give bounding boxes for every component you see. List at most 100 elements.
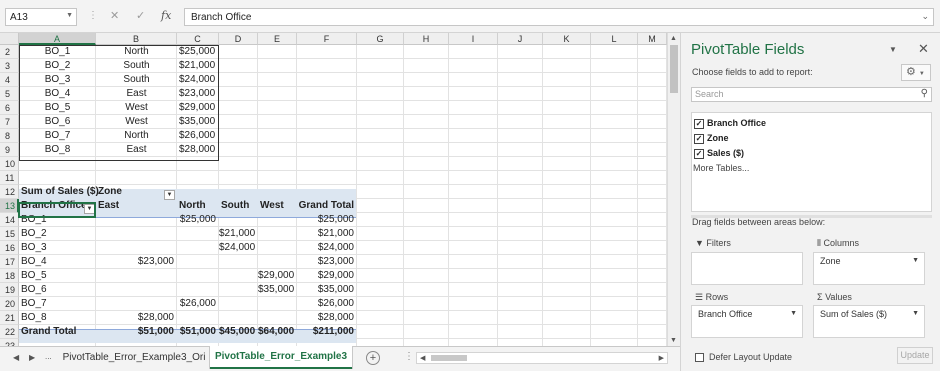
chevron-down-icon[interactable]: ▼ (790, 310, 797, 317)
source-sales-cell[interactable]: $25,000 (177, 45, 219, 59)
pivot-south-cell[interactable]: $24,000 (219, 241, 258, 255)
close-icon[interactable]: ✕ (918, 41, 929, 57)
pivot-col-header-north[interactable]: North (177, 199, 219, 213)
row-header-23[interactable]: 23 (0, 339, 19, 346)
tab-pivottable-error-example3-ori[interactable]: PivotTable_Error_Example3_Ori (59, 347, 210, 369)
column-header-h[interactable]: H (404, 33, 449, 45)
chevron-down-icon[interactable]: ▼ (912, 310, 919, 317)
pivot-west-cell[interactable] (258, 255, 297, 269)
row-header-9[interactable]: 9 (0, 143, 19, 157)
source-sales-cell[interactable]: $24,000 (177, 73, 219, 87)
pivot-grand-total-label[interactable]: Grand Total (19, 325, 96, 339)
row-header-12[interactable]: 12 (0, 185, 19, 199)
pivot-east-cell[interactable] (96, 227, 177, 241)
row-header-21[interactable]: 21 (0, 311, 19, 325)
column-header-d[interactable]: D (219, 33, 258, 45)
pivot-east-cell[interactable] (96, 213, 177, 227)
vertical-scroll-thumb[interactable] (670, 45, 678, 93)
pivot-north-cell[interactable]: $26,000 (177, 297, 219, 311)
pivot-total-cell[interactable]: $26,000 (297, 297, 357, 311)
pivot-north-cell[interactable] (177, 227, 219, 241)
source-office-cell[interactable]: BO_4 (19, 87, 96, 101)
row-header-10[interactable]: 10 (0, 157, 19, 171)
column-header-f[interactable]: F (297, 33, 357, 45)
column-header-a[interactable]: A (19, 33, 96, 45)
horizontal-scrollbar[interactable]: ◀ ▶ (416, 352, 668, 364)
row-header-17[interactable]: 17 (0, 255, 19, 269)
column-header-b[interactable]: B (96, 33, 177, 45)
source-zone-cell[interactable]: West (96, 101, 177, 115)
source-zone-cell[interactable]: East (96, 143, 177, 157)
pivot-south-cell[interactable] (219, 311, 258, 325)
column-header-m[interactable]: M (638, 33, 667, 45)
chevron-down-icon[interactable]: ▼ (912, 257, 919, 264)
source-sales-cell[interactable]: $35,000 (177, 115, 219, 129)
pivot-row-label-cell[interactable]: BO_8 (19, 311, 96, 325)
column-header-k[interactable]: K (543, 33, 591, 45)
rows-area-item-branch-office[interactable]: Branch Office ▼ (694, 308, 800, 322)
rows-area[interactable]: Branch Office ▼ (691, 305, 803, 338)
pivot-row-label-cell[interactable]: BO_6 (19, 283, 96, 297)
pivot-total-cell[interactable]: $35,000 (297, 283, 357, 297)
column-header-j[interactable]: J (498, 33, 543, 45)
pivot-west-cell[interactable] (258, 241, 297, 255)
pivot-south-cell[interactable] (219, 213, 258, 227)
pivot-west-cell[interactable] (258, 227, 297, 241)
column-header-l[interactable]: L (591, 33, 638, 45)
pivot-east-cell[interactable]: $23,000 (96, 255, 177, 269)
pane-options-chevron-icon[interactable]: ▼ (889, 45, 897, 54)
column-header-g[interactable]: G (357, 33, 404, 45)
pivot-col-header-grand-total[interactable]: Grand Total (297, 199, 357, 213)
column-header-i[interactable]: I (449, 33, 498, 45)
enter-icon[interactable]: ✓ (136, 9, 145, 22)
values-area-item-sum-of-sales[interactable]: Sum of Sales ($) ▼ (816, 308, 922, 322)
pivot-east-cell[interactable] (96, 283, 177, 297)
columns-area-item-zone[interactable]: Zone ▼ (816, 255, 922, 269)
pivot-total-cell[interactable]: $24,000 (297, 241, 357, 255)
pivot-east-cell[interactable] (96, 241, 177, 255)
row-header-2[interactable]: 2 (0, 45, 19, 59)
pivot-west-cell[interactable] (258, 311, 297, 325)
pivot-grand-total-east[interactable]: $51,000 (96, 325, 177, 339)
search-input[interactable]: Search ⚲ (691, 87, 932, 102)
source-office-cell[interactable]: BO_6 (19, 115, 96, 129)
row-header-4[interactable]: 4 (0, 73, 19, 87)
worksheet-grid[interactable]: ABCDEFGHIJKLM 2 3 4 5 6 7 8 9 10 11 12 13 14 15 16 17 18… (0, 33, 667, 346)
select-all-corner[interactable] (0, 33, 19, 45)
pivot-col-header-south[interactable]: South (219, 199, 258, 213)
source-sales-cell[interactable]: $26,000 (177, 129, 219, 143)
row-header-8[interactable]: 8 (0, 129, 19, 143)
column-header-c[interactable]: C (177, 33, 219, 45)
chevron-down-icon[interactable]: ▼ (66, 12, 73, 19)
pivot-total-cell[interactable]: $29,000 (297, 269, 357, 283)
pivot-row-label-cell[interactable]: BO_5 (19, 269, 96, 283)
source-office-cell[interactable]: BO_1 (19, 45, 96, 59)
pivot-north-cell[interactable] (177, 311, 219, 325)
row-header-14[interactable]: 14 (0, 213, 19, 227)
checkbox-checked-icon[interactable]: ✓ (694, 148, 704, 159)
next-sheet-icon[interactable]: ▶ (29, 353, 35, 362)
pivot-west-cell[interactable]: $35,000 (258, 283, 297, 297)
pivot-west-cell[interactable]: $29,000 (258, 269, 297, 283)
row-header-22[interactable]: 22 (0, 325, 19, 339)
source-zone-cell[interactable]: East (96, 87, 177, 101)
source-office-cell[interactable]: BO_2 (19, 59, 96, 73)
tab-split-handle-icon[interactable]: ⋮ (404, 351, 414, 362)
pivot-total-cell[interactable]: $28,000 (297, 311, 357, 325)
source-zone-cell[interactable]: West (96, 115, 177, 129)
scroll-left-icon[interactable]: ◀ (420, 354, 425, 362)
row-header-20[interactable]: 20 (0, 297, 19, 311)
source-zone-cell[interactable]: South (96, 59, 177, 73)
pivot-north-cell[interactable] (177, 283, 219, 297)
pivot-row-label-cell[interactable]: BO_4 (19, 255, 96, 269)
prev-sheet-icon[interactable]: ◀ (13, 353, 19, 362)
source-office-cell[interactable]: BO_8 (19, 143, 96, 157)
pivot-south-cell[interactable] (219, 255, 258, 269)
pivot-col-header-east[interactable]: East (96, 199, 177, 213)
cancel-icon[interactable]: ✕ (110, 9, 119, 22)
source-sales-cell[interactable]: $28,000 (177, 143, 219, 157)
row-header-6[interactable]: 6 (0, 101, 19, 115)
pivot-total-cell[interactable]: $23,000 (297, 255, 357, 269)
pivot-grand-total-west[interactable]: $64,000 (258, 325, 297, 339)
row-header-5[interactable]: 5 (0, 87, 19, 101)
